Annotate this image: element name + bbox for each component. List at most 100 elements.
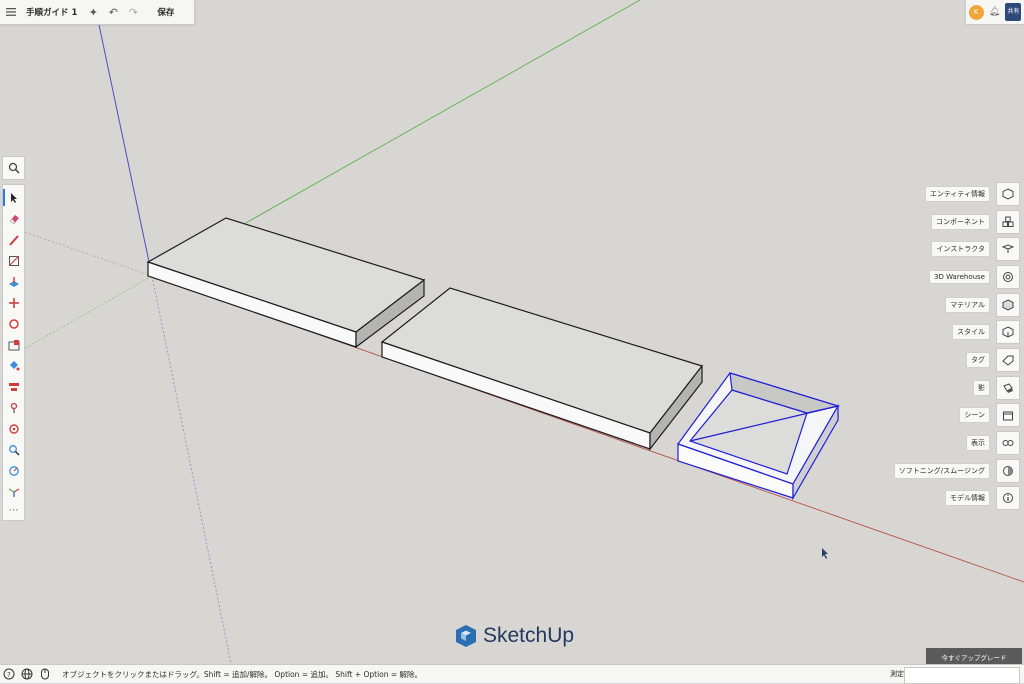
- tags-icon[interactable]: [996, 347, 1020, 372]
- panel-item-instructor[interactable]: インストラクタ: [890, 235, 1020, 263]
- soften-icon[interactable]: [996, 458, 1020, 483]
- styles-icon[interactable]: [996, 320, 1020, 345]
- panel-item-3d-warehouse[interactable]: 3D Warehouse: [890, 263, 1020, 291]
- top-right-bar: K 🔔︎ 共有: [965, 0, 1024, 25]
- panel-item-tags[interactable]: タグ: [890, 346, 1020, 374]
- box-1[interactable]: [146, 217, 426, 349]
- panel-item-components[interactable]: コンポーネント: [890, 208, 1020, 236]
- help-button[interactable]: ?: [0, 665, 18, 683]
- panel-item-model-info[interactable]: モデル情報: [890, 485, 1020, 513]
- avatar[interactable]: K: [968, 4, 984, 20]
- document-title[interactable]: 手順ガイド 1: [22, 0, 83, 24]
- mouse-cursor: [822, 548, 828, 559]
- panel-item-entity-info[interactable]: エンティティ情報: [890, 180, 1020, 208]
- upgrade-button[interactable]: 今すぐアップグレード: [926, 648, 1022, 665]
- rectangle-tool[interactable]: [3, 250, 24, 271]
- status-message: オブジェクトをクリックまたはドラッグ。Shift = 追加/解除。 Option…: [62, 669, 423, 679]
- ai-assistant-button[interactable]: ✦: [83, 0, 103, 24]
- panel-label: エンティティ情報: [924, 185, 990, 202]
- warehouse-icon[interactable]: [996, 264, 1020, 289]
- ellipsis-icon: ⋯: [8, 504, 19, 516]
- instructor-icon[interactable]: [996, 237, 1020, 262]
- panel-label: コンポーネント: [931, 213, 990, 230]
- measure-label: 測定: [890, 670, 904, 678]
- panel-item-shadows[interactable]: 影: [890, 374, 1020, 402]
- position-camera-tool[interactable]: [3, 418, 24, 439]
- components-icon[interactable]: [996, 209, 1020, 234]
- axes-tool-icon: [8, 487, 19, 497]
- panel-item-materials[interactable]: マテリアル: [890, 291, 1020, 319]
- logo-text: SketchUp: [483, 624, 575, 647]
- panel-label: 影: [973, 379, 990, 396]
- undo-button[interactable]: ↶: [103, 0, 123, 24]
- tape-measure-tool[interactable]: [3, 460, 24, 481]
- materials-icon[interactable]: [996, 292, 1020, 317]
- panel-label: シーン: [959, 407, 990, 424]
- globe-icon: [21, 668, 33, 680]
- position-camera-icon: [8, 423, 19, 434]
- shadows-icon[interactable]: [996, 375, 1020, 400]
- panel-label: モデル情報: [945, 490, 990, 507]
- red-axis-dotted: [23, 231, 153, 277]
- menu-button[interactable]: [0, 0, 22, 24]
- panel-label: ソフトニング/スムージング: [893, 462, 990, 479]
- tool-palette: ⋯: [2, 184, 25, 521]
- scale-tool-icon: [8, 339, 19, 350]
- panel-item-styles[interactable]: スタイル: [890, 318, 1020, 346]
- top-toolbar: 手順ガイド 1 ✦ ↶ ↷ 保存: [0, 0, 195, 25]
- scale-tool[interactable]: [3, 334, 24, 355]
- panel-item-display[interactable]: 表示: [890, 429, 1020, 457]
- eraser-tool[interactable]: [3, 208, 24, 229]
- tape-measure-icon: [8, 465, 19, 476]
- move-tool-icon: [8, 297, 19, 308]
- scenes-icon[interactable]: [996, 403, 1020, 428]
- pencil-tool[interactable]: [3, 229, 24, 250]
- panel-item-soften[interactable]: ソフトニング/スムージング: [890, 457, 1020, 485]
- measure-input[interactable]: [904, 667, 1020, 684]
- selected-tray[interactable]: [677, 372, 841, 501]
- zoom-tool-icon: [8, 444, 20, 456]
- axes-tool[interactable]: [3, 481, 24, 502]
- model-info-icon[interactable]: [996, 486, 1020, 511]
- pencil-tool-icon: [8, 234, 19, 246]
- redo-button[interactable]: ↷: [123, 0, 143, 24]
- panel-item-scenes[interactable]: シーン: [890, 402, 1020, 430]
- share-button[interactable]: 共有: [1005, 3, 1022, 21]
- rotate-tool[interactable]: [3, 313, 24, 334]
- panel-label: 3D Warehouse: [929, 269, 990, 284]
- help-icon: ?: [3, 668, 15, 680]
- push-pull-tool-icon: [8, 276, 19, 287]
- green-axis-dotted: [21, 275, 153, 351]
- offset-tool[interactable]: [3, 376, 24, 397]
- box-2[interactable]: [380, 287, 704, 451]
- push-pull-tool[interactable]: [3, 271, 24, 292]
- right-panel: エンティティ情報 コンポーネント インストラクタ 3D Warehouse マテ…: [890, 180, 1020, 512]
- orbit-tool-icon: [10, 402, 17, 413]
- mouse-button[interactable]: [36, 665, 54, 683]
- model-viewport[interactable]: [0, 0, 1024, 683]
- panel-label: インストラクタ: [931, 241, 990, 258]
- notifications-button[interactable]: 🔔︎: [989, 7, 1000, 17]
- select-tool[interactable]: [3, 187, 24, 208]
- rotate-tool-icon: [8, 318, 19, 329]
- save-button[interactable]: 保存: [143, 0, 184, 24]
- paint-bucket-tool[interactable]: [3, 355, 24, 376]
- menu-icon: [6, 8, 16, 16]
- move-tool[interactable]: [3, 292, 24, 313]
- select-tool-icon: [10, 192, 17, 203]
- display-icon[interactable]: [996, 431, 1020, 456]
- panel-label: タグ: [966, 351, 990, 368]
- globe-button[interactable]: [18, 665, 36, 683]
- panel-label: マテリアル: [945, 296, 990, 313]
- eraser-tool-icon: [9, 214, 19, 224]
- orbit-tool[interactable]: [3, 397, 24, 418]
- entity-info-icon[interactable]: [996, 181, 1020, 206]
- paint-bucket-tool-icon: [9, 360, 19, 370]
- undo-icon: ↶: [108, 5, 118, 19]
- mouse-icon: [41, 668, 49, 680]
- search-tool-button[interactable]: [2, 156, 25, 180]
- more-tools-button[interactable]: ⋯: [3, 502, 24, 518]
- rectangle-tool-icon: [8, 255, 19, 266]
- zoom-tool[interactable]: [3, 439, 24, 460]
- svg-text:?: ?: [7, 671, 11, 679]
